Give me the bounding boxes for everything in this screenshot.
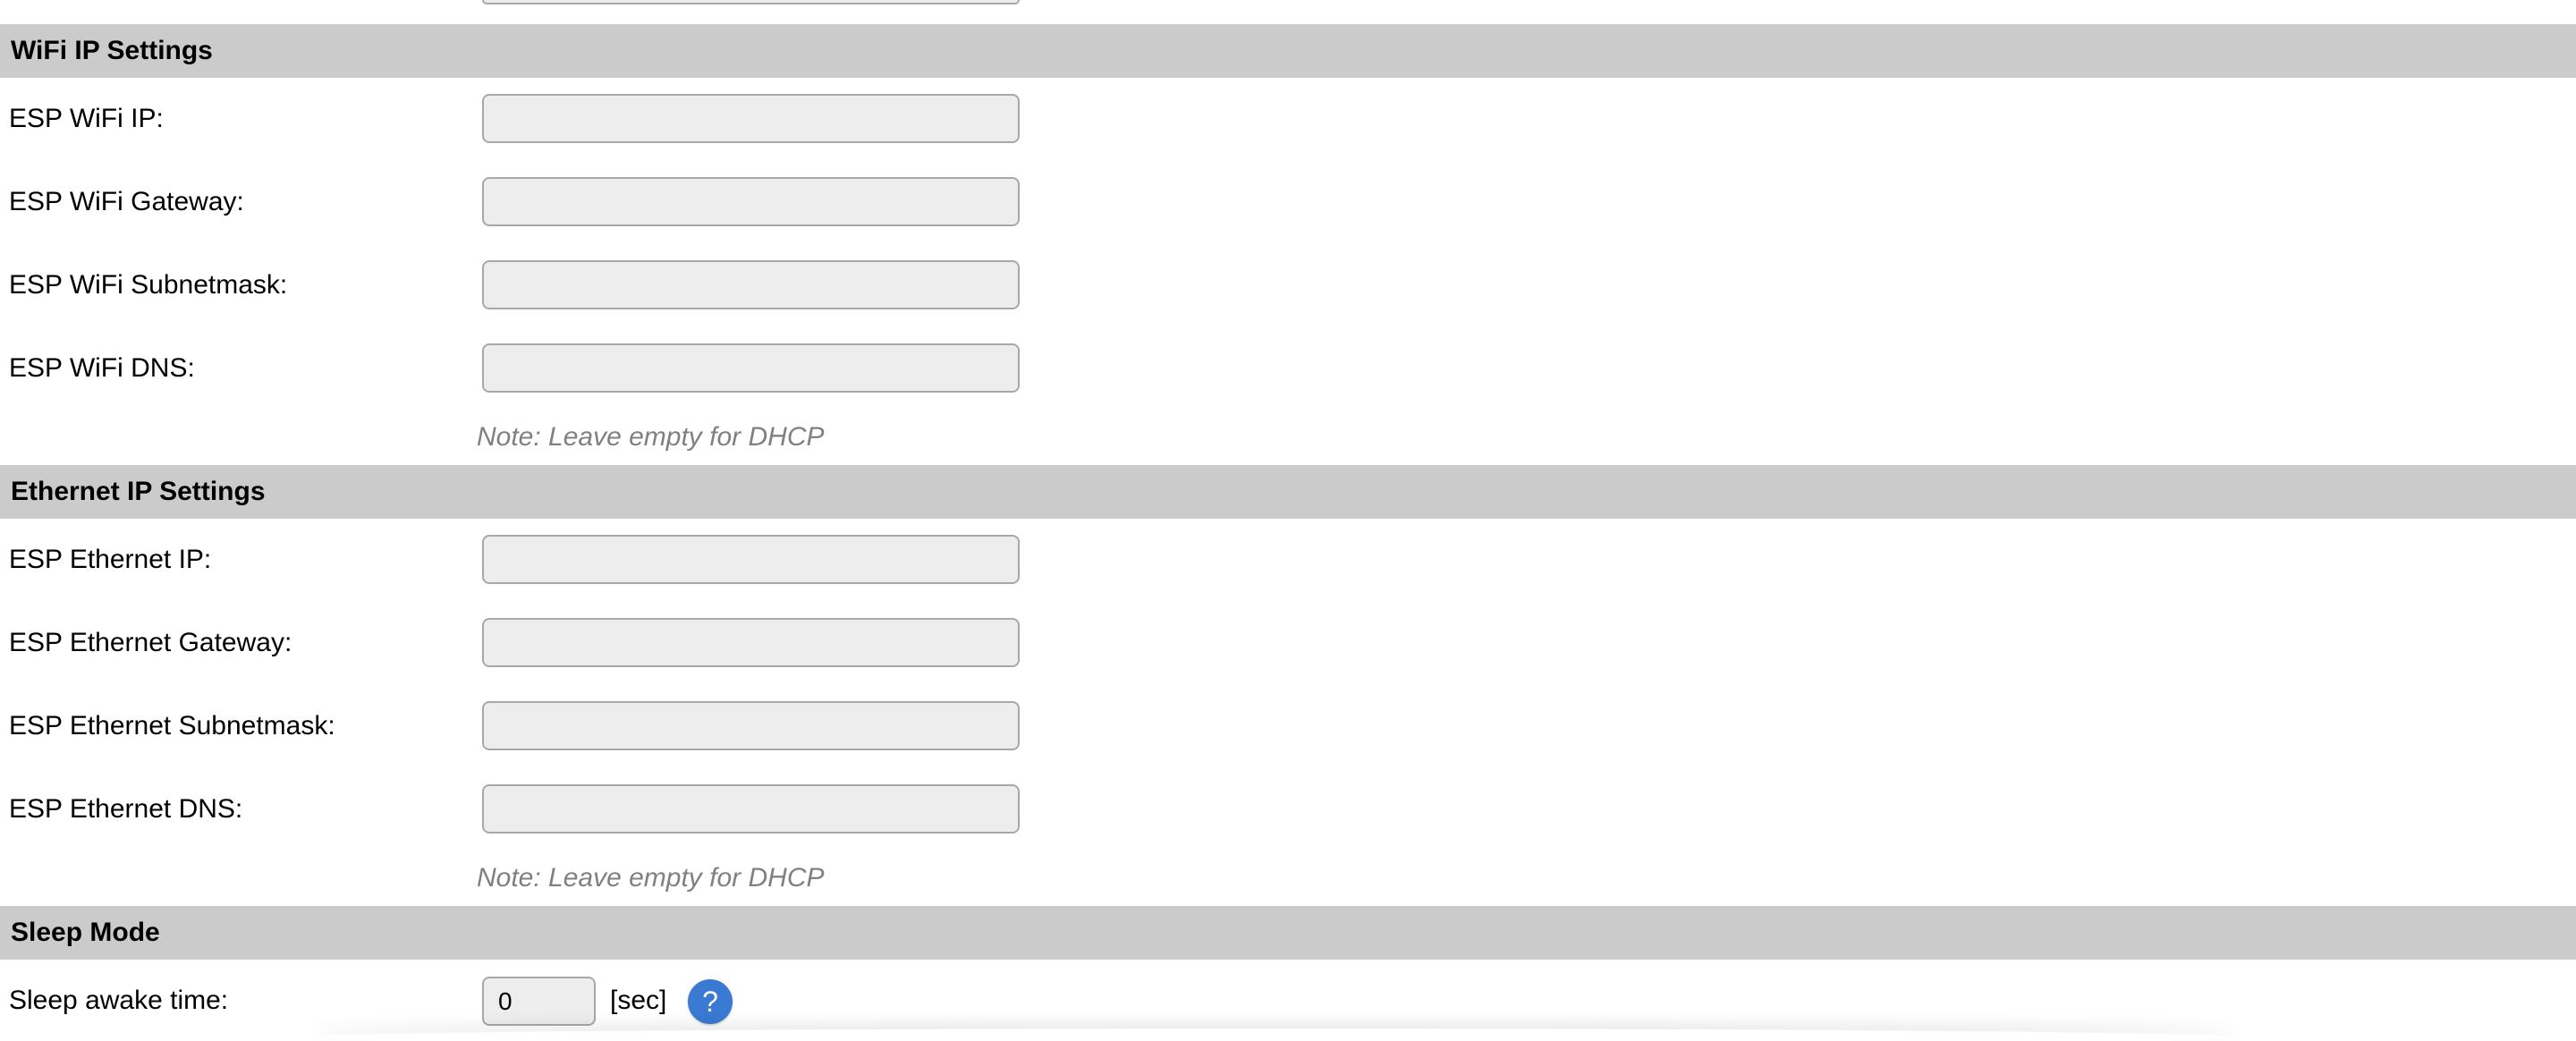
section-title: Ethernet IP Settings <box>11 477 266 506</box>
esp-wifi-gateway-label: ESP WiFi Gateway: <box>9 187 244 216</box>
esp-ethernet-ip-label: ESP Ethernet IP: <box>9 545 212 574</box>
esp-ethernet-dns-input[interactable] <box>482 784 1020 834</box>
bottom-panel-shadow <box>313 1028 2236 1041</box>
previous-field-bottom-edge[interactable] <box>482 0 1020 4</box>
esp-wifi-ip-input[interactable] <box>482 94 1020 143</box>
settings-page: WiFi IP Settings ESP WiFi IP: ESP WiFi G… <box>0 0 2576 1041</box>
esp-ethernet-gateway-input[interactable] <box>482 618 1020 667</box>
esp-ethernet-gateway-label: ESP Ethernet Gateway: <box>9 628 292 657</box>
wifi-ip-settings-header: WiFi IP Settings <box>0 24 2576 78</box>
esp-wifi-gateway-input[interactable] <box>482 177 1020 226</box>
esp-ethernet-ip-input[interactable] <box>482 535 1020 584</box>
section-title: Sleep Mode <box>11 918 160 947</box>
question-mark-icon[interactable]: ? <box>688 979 733 1024</box>
sleep-unit-label: [sec] <box>610 986 667 1015</box>
sleep-awake-time-label: Sleep awake time: <box>9 986 229 1015</box>
sleep-mode-header: Sleep Mode <box>0 906 2576 960</box>
esp-wifi-dns-label: ESP WiFi DNS: <box>9 353 195 383</box>
esp-wifi-ip-label: ESP WiFi IP: <box>9 104 164 133</box>
esp-wifi-subnetmask-input[interactable] <box>482 260 1020 309</box>
esp-wifi-subnetmask-label: ESP WiFi Subnetmask: <box>9 270 288 300</box>
wifi-dhcp-note: Note: Leave empty for DHCP <box>477 422 825 452</box>
section-title: WiFi IP Settings <box>11 36 213 65</box>
esp-wifi-dns-input[interactable] <box>482 343 1020 393</box>
ethernet-dhcp-note: Note: Leave empty for DHCP <box>477 863 825 893</box>
esp-ethernet-subnetmask-label: ESP Ethernet Subnetmask: <box>9 711 335 741</box>
ethernet-ip-settings-header: Ethernet IP Settings <box>0 465 2576 519</box>
esp-ethernet-dns-label: ESP Ethernet DNS: <box>9 794 243 824</box>
sleep-awake-time-input[interactable] <box>482 977 596 1026</box>
esp-ethernet-subnetmask-input[interactable] <box>482 701 1020 750</box>
